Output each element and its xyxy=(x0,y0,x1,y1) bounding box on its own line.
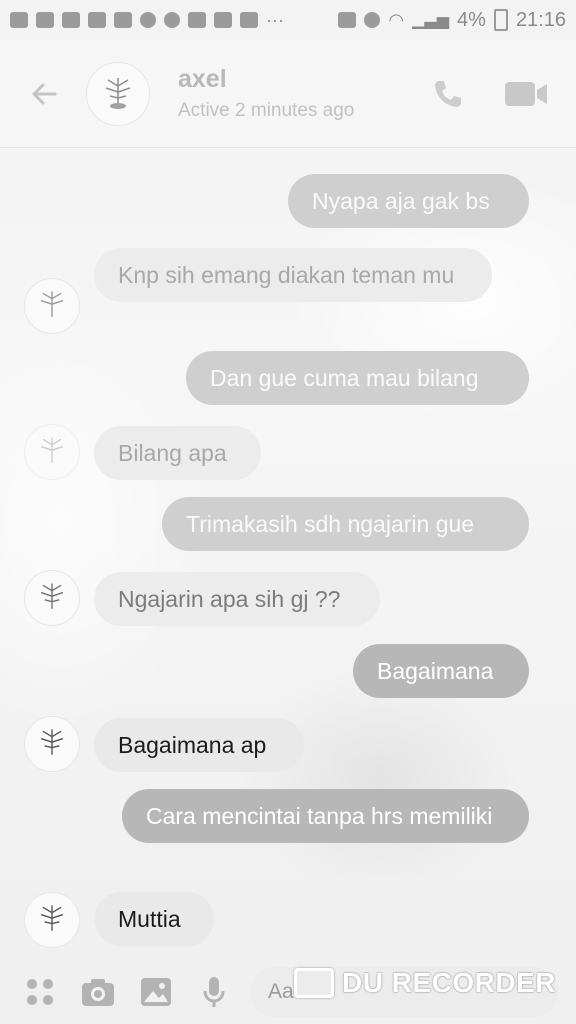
app-icon xyxy=(214,12,232,28)
message-bubble-incoming[interactable]: Muttia xyxy=(94,892,214,946)
message-avatar[interactable] xyxy=(24,716,80,772)
message-text: Muttia xyxy=(118,906,181,932)
message-bubble-incoming[interactable]: Knp sih emang diakan teman mu xyxy=(94,248,492,302)
alarm-icon xyxy=(364,12,381,28)
apps-button[interactable] xyxy=(18,970,62,1014)
tree-logo-icon xyxy=(40,729,64,755)
message-avatar[interactable] xyxy=(24,570,80,626)
app-icon xyxy=(240,12,258,28)
contact-name[interactable]: axel xyxy=(178,65,424,94)
message-avatar[interactable] xyxy=(24,892,80,948)
message-text: Ngajarin apa sih gj ?? xyxy=(118,586,341,612)
message-text: Bagaimana xyxy=(377,658,494,684)
contact-avatar[interactable] xyxy=(86,61,150,126)
message-avatar[interactable] xyxy=(24,278,80,334)
camera-button[interactable] xyxy=(76,970,120,1014)
cast-icon xyxy=(338,12,357,28)
video-call-button[interactable] xyxy=(500,70,552,118)
status-bar: ··· ◠ ▁▃▅ 4% 21:16 xyxy=(0,0,576,40)
message-text: Nyapa aja gak bs xyxy=(312,188,490,214)
notification-icon xyxy=(10,12,28,28)
youtube-icon xyxy=(114,12,132,28)
watermark-text: DU RECORDER xyxy=(342,967,556,998)
conversation-header: axel Active 2 minutes ago xyxy=(0,40,576,148)
youtube-icon xyxy=(62,12,80,28)
image-icon xyxy=(141,978,171,1006)
message-text: Knp sih emang diakan teman mu xyxy=(118,262,455,288)
battery-icon xyxy=(493,9,508,31)
tree-logo-icon xyxy=(40,437,64,463)
gallery-button[interactable] xyxy=(134,970,178,1014)
message-text: Bagaimana ap xyxy=(118,732,267,758)
message-bubble-outgoing[interactable]: Nyapa aja gak bs xyxy=(288,174,529,228)
tree-logo-icon xyxy=(40,905,64,931)
contact-active-status: Active 2 minutes ago xyxy=(178,100,355,121)
message-text: Bilang apa xyxy=(118,440,227,466)
more-notifications-icon: ··· xyxy=(266,9,284,30)
camera-icon xyxy=(82,979,114,1006)
message-input-placeholder: Aa xyxy=(268,980,294,1003)
message-bubble-outgoing[interactable]: Trimakasih sdh ngajarin gue xyxy=(162,497,529,551)
app-icon xyxy=(164,12,180,28)
video-call-icon xyxy=(505,81,547,106)
message-text: Cara mencintai tanpa hrs memiliki xyxy=(146,803,493,829)
voice-call-button[interactable] xyxy=(424,70,472,118)
tree-logo-icon xyxy=(105,77,131,109)
message-bubble-incoming[interactable]: Bagaimana ap xyxy=(94,718,304,772)
tiktok-icon xyxy=(140,12,156,28)
signal-icon: ▁▃▅ xyxy=(412,12,450,29)
youtube-icon xyxy=(88,12,106,28)
notification-icons: ··· xyxy=(10,10,284,31)
clock: 21:16 xyxy=(515,8,566,31)
recorder-camera-icon xyxy=(294,968,335,998)
gift-icon xyxy=(36,12,54,28)
back-arrow-icon xyxy=(32,83,57,104)
tree-logo-icon xyxy=(40,583,64,609)
message-bubble-outgoing[interactable]: Cara mencintai tanpa hrs memiliki xyxy=(122,789,529,843)
phone-icon xyxy=(435,80,461,107)
back-button[interactable] xyxy=(24,74,64,114)
tree-logo-icon xyxy=(40,291,64,317)
message-bubble-incoming[interactable]: Bilang apa xyxy=(94,426,261,480)
status-right: ◠ ▁▃▅ 4% 21:16 xyxy=(338,9,566,32)
apps-grid-icon xyxy=(27,979,53,1005)
message-text: Dan gue cuma mau bilang xyxy=(210,365,479,391)
message-bubble-outgoing[interactable]: Dan gue cuma mau bilang xyxy=(186,351,529,405)
voice-button[interactable] xyxy=(192,970,236,1014)
message-bubble-outgoing[interactable]: Bagaimana xyxy=(353,644,529,698)
microphone-icon xyxy=(203,977,225,1007)
battery-percent: 4% xyxy=(457,8,486,31)
message-avatar[interactable] xyxy=(24,424,80,480)
message-text: Trimakasih sdh ngajarin gue xyxy=(186,511,475,537)
message-bubble-incoming[interactable]: Ngajarin apa sih gj ?? xyxy=(94,572,380,626)
recorder-watermark: DU RECORDER xyxy=(294,967,556,999)
wifi-icon: ◠ xyxy=(388,9,405,30)
camera-recorder-icon xyxy=(188,12,206,28)
